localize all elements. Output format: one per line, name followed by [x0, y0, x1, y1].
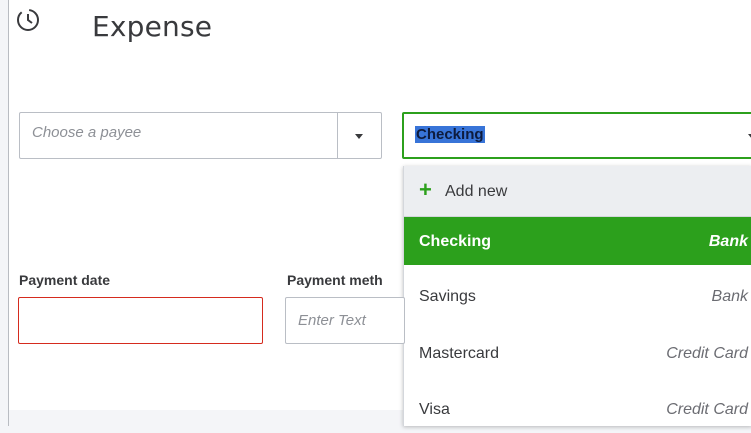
payee-placeholder: Choose a payee	[32, 124, 142, 141]
account-dropdown-list: + Add new Checking Bank Savings Bank Mas…	[403, 166, 751, 426]
add-new-option[interactable]: + Add new	[404, 166, 751, 217]
option-name: Savings	[419, 288, 476, 305]
option-name: Mastercard	[419, 345, 500, 362]
account-option-checking[interactable]: Checking Bank	[404, 217, 751, 265]
account-combobox[interactable]: Checking	[402, 112, 751, 159]
option-name: Checking	[419, 233, 492, 250]
add-new-label: Add new	[445, 183, 508, 200]
account-option-mastercard[interactable]: Mastercard Credit Card	[404, 329, 751, 377]
option-type: Credit Card	[666, 401, 748, 418]
payee-combobox[interactable]: Choose a payee	[19, 112, 382, 159]
option-name: Visa	[419, 401, 450, 418]
payment-method-label: Payment meth	[287, 272, 383, 288]
page-title: Expense	[92, 10, 213, 43]
payment-date-label: Payment date	[19, 272, 111, 288]
payment-date-input[interactable]	[18, 297, 263, 344]
panel-divider	[8, 0, 9, 426]
plus-icon: +	[419, 177, 432, 202]
chevron-down-icon	[355, 134, 363, 139]
payment-method-input[interactable]: Enter Text	[285, 297, 405, 344]
account-option-savings[interactable]: Savings Bank	[404, 272, 751, 320]
option-type: Bank	[711, 288, 748, 305]
payee-dropdown-button[interactable]	[337, 113, 381, 158]
account-selected-text[interactable]: Checking	[415, 126, 485, 143]
option-type: Bank	[708, 233, 748, 250]
recurring-clock-icon[interactable]	[14, 6, 42, 34]
option-type: Credit Card	[666, 345, 748, 362]
payment-method-placeholder: Enter Text	[298, 312, 366, 329]
